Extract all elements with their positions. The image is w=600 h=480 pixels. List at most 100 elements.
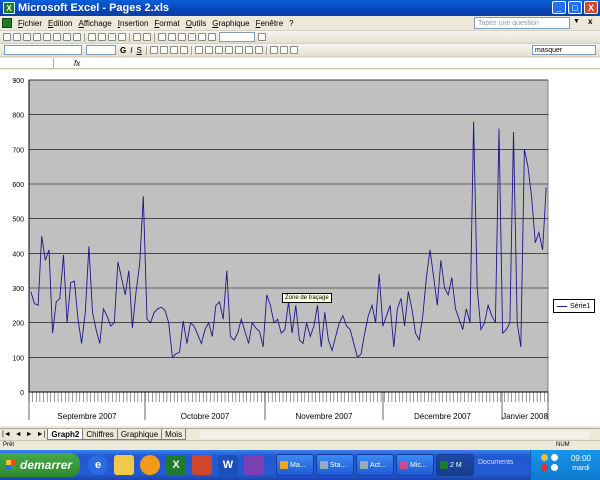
zoom-select[interactable] bbox=[219, 32, 255, 42]
tab-chiffres[interactable]: Chiffres bbox=[82, 429, 118, 440]
first-sheet-button[interactable]: |◄ bbox=[2, 431, 11, 438]
underline-button[interactable]: S bbox=[136, 46, 141, 55]
save-icon[interactable] bbox=[23, 33, 31, 41]
format-painter-icon[interactable] bbox=[118, 33, 126, 41]
task-label: Mic... bbox=[410, 461, 427, 469]
tray-icon[interactable] bbox=[551, 454, 558, 461]
tray-icon[interactable] bbox=[541, 454, 548, 461]
email-icon[interactable] bbox=[43, 33, 51, 41]
italic-button[interactable]: I bbox=[130, 46, 132, 55]
prev-sheet-button[interactable]: ◄ bbox=[15, 431, 22, 438]
workbook-icon[interactable] bbox=[2, 18, 12, 28]
hyperlink-icon[interactable] bbox=[158, 33, 166, 41]
y-tick-label: 700 bbox=[12, 147, 24, 154]
menu-outils[interactable]: Outils bbox=[183, 19, 209, 28]
cut-icon[interactable] bbox=[88, 33, 96, 41]
font-name-select[interactable] bbox=[4, 45, 82, 55]
media-icon[interactable] bbox=[140, 455, 160, 475]
y-tick-label: 100 bbox=[12, 355, 24, 362]
drawing-icon[interactable] bbox=[208, 33, 216, 41]
ask-question-input[interactable]: Tapez une question bbox=[474, 17, 570, 29]
name-box[interactable] bbox=[0, 58, 54, 68]
menu-affichage[interactable]: Affichage bbox=[75, 19, 114, 28]
permission-icon[interactable] bbox=[33, 33, 41, 41]
tab-graphique[interactable]: Graphique bbox=[116, 429, 163, 440]
print-icon[interactable] bbox=[53, 33, 61, 41]
borders-icon[interactable] bbox=[269, 46, 278, 54]
word-icon[interactable]: W bbox=[218, 455, 238, 475]
spelling-icon[interactable] bbox=[73, 33, 81, 41]
open-icon[interactable] bbox=[13, 33, 21, 41]
menu-help[interactable]: ? bbox=[286, 19, 296, 28]
menu-insertion[interactable]: Insertion bbox=[115, 19, 152, 28]
tab-graph2[interactable]: Graph2 bbox=[47, 429, 84, 440]
sort-asc-icon[interactable] bbox=[178, 33, 186, 41]
autosum-icon[interactable] bbox=[168, 33, 176, 41]
y-tick-label: 200 bbox=[12, 321, 24, 328]
task-button-1[interactable]: Ma... bbox=[276, 454, 314, 476]
powerpoint-icon[interactable] bbox=[192, 455, 212, 475]
sort-desc-icon[interactable] bbox=[188, 33, 196, 41]
paste-icon[interactable] bbox=[108, 33, 116, 41]
task-button-2[interactable]: Sta... bbox=[316, 454, 354, 476]
month-label: Septembre 2007 bbox=[57, 412, 117, 421]
menu-format[interactable]: Format bbox=[151, 19, 182, 28]
menu-fenetre[interactable]: Fenêtre bbox=[253, 19, 287, 28]
documents-toolbar[interactable]: Documents bbox=[478, 459, 513, 466]
fx-icon[interactable]: fx bbox=[74, 59, 80, 68]
y-tick-label: 400 bbox=[12, 251, 24, 258]
decrease-decimal-icon[interactable] bbox=[234, 46, 243, 54]
title-bar: X Microsoft Excel - Pages 2.xls _ □ X bbox=[0, 0, 600, 16]
decrease-indent-icon[interactable] bbox=[244, 46, 253, 54]
chevron-down-icon[interactable]: ▼ bbox=[573, 18, 580, 25]
chart-sheet[interactable]: 0 100 200 300 400 500 600 700 800 900 Septembre 20… bbox=[0, 70, 600, 426]
maximize-button[interactable]: □ bbox=[568, 1, 582, 14]
merge-icon[interactable] bbox=[179, 46, 188, 54]
percent-icon[interactable] bbox=[204, 46, 213, 54]
align-center-icon[interactable] bbox=[159, 46, 168, 54]
new-icon[interactable] bbox=[3, 33, 11, 41]
chart-objects-select[interactable]: masquer bbox=[532, 45, 596, 55]
menu-graphique[interactable]: Graphique bbox=[209, 19, 252, 28]
chart-legend[interactable]: Série1 bbox=[553, 299, 595, 313]
tray-icon[interactable] bbox=[551, 464, 558, 471]
clock-time[interactable]: 09:00 bbox=[566, 454, 596, 463]
paint-icon[interactable] bbox=[244, 455, 264, 475]
tab-mois[interactable]: Mois bbox=[161, 429, 187, 440]
tray-icon[interactable] bbox=[541, 464, 548, 471]
task-button-excel[interactable]: 2 M bbox=[436, 454, 474, 476]
internet-explorer-icon[interactable]: e bbox=[88, 455, 108, 475]
menu-fichier[interactable]: Fichier bbox=[15, 19, 45, 28]
chart-wizard-icon[interactable] bbox=[198, 33, 206, 41]
next-sheet-button[interactable]: ► bbox=[26, 431, 33, 438]
menu-edition[interactable]: Edition bbox=[45, 19, 75, 28]
horizontal-scrollbar[interactable] bbox=[200, 431, 590, 439]
excel-icon[interactable]: X bbox=[3, 2, 15, 14]
copy-icon[interactable] bbox=[98, 33, 106, 41]
start-button[interactable]: demarrer bbox=[0, 453, 80, 477]
close-button[interactable]: X bbox=[584, 1, 598, 14]
redo-icon[interactable] bbox=[143, 33, 151, 41]
preview-icon[interactable] bbox=[63, 33, 71, 41]
increase-indent-icon[interactable] bbox=[254, 46, 263, 54]
bold-button[interactable]: G bbox=[120, 46, 126, 55]
minimize-button[interactable]: _ bbox=[552, 1, 566, 14]
increase-decimal-icon[interactable] bbox=[224, 46, 233, 54]
font-size-select[interactable] bbox=[86, 45, 116, 55]
align-left-icon[interactable] bbox=[149, 46, 158, 54]
currency-icon[interactable] bbox=[194, 46, 203, 54]
line-chart[interactable]: 0 100 200 300 400 500 600 700 800 900 Septembre 20… bbox=[0, 70, 600, 426]
task-button-3[interactable]: Act... bbox=[356, 454, 394, 476]
font-color-icon[interactable] bbox=[289, 46, 298, 54]
thousands-icon[interactable] bbox=[214, 46, 223, 54]
undo-icon[interactable] bbox=[133, 33, 141, 41]
help-icon[interactable] bbox=[258, 33, 266, 41]
task-button-4[interactable]: Mic... bbox=[396, 454, 434, 476]
close-workbook-button[interactable]: x bbox=[588, 17, 592, 26]
last-sheet-button[interactable]: ►| bbox=[37, 431, 46, 438]
folder-icon[interactable] bbox=[114, 455, 134, 475]
align-right-icon[interactable] bbox=[169, 46, 178, 54]
excel-quicklaunch-icon[interactable]: X bbox=[166, 455, 186, 475]
window-controls: _ □ X bbox=[552, 1, 598, 14]
fill-color-icon[interactable] bbox=[279, 46, 288, 54]
